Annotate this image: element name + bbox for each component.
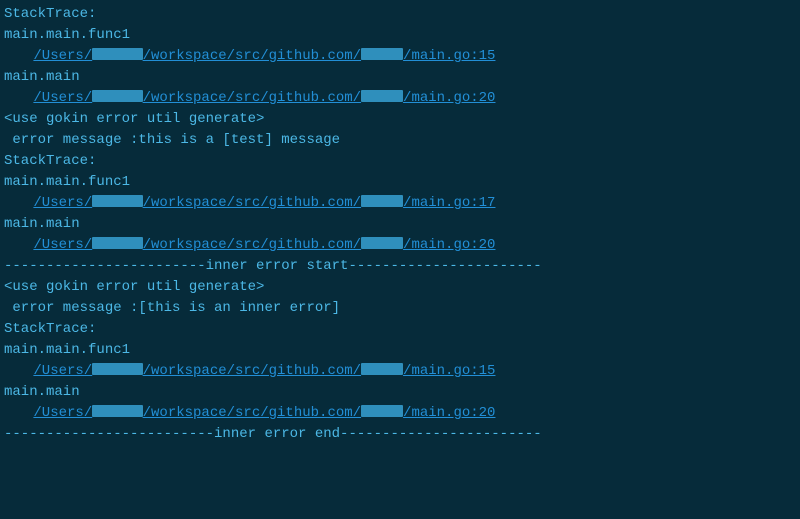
redacted-segment xyxy=(92,195,142,207)
stack-path-link[interactable]: /Users/ /workspace/src/github.com/ /main.g… xyxy=(33,195,495,211)
path-seg: /Users/ xyxy=(33,405,92,421)
error-message: error message :this is a [test] message xyxy=(4,130,796,151)
path-seg: /Users/ xyxy=(33,195,92,211)
error-header: <use gokin error util generate> xyxy=(4,109,796,130)
redacted-segment xyxy=(361,195,403,207)
redacted-segment xyxy=(92,237,142,249)
path-seg: /main.go:15 xyxy=(403,363,495,379)
redacted-segment xyxy=(92,90,142,102)
path-seg: /workspace/src/github.com/ xyxy=(143,48,361,64)
path-seg: /main.go:17 xyxy=(403,195,495,211)
redacted-segment xyxy=(361,405,403,417)
stack-path-line: /Users/ /workspace/src/github.com/ /main.g… xyxy=(4,88,796,109)
path-seg: /Users/ xyxy=(33,363,92,379)
path-seg: /main.go:20 xyxy=(403,237,495,253)
path-seg: /main.go:20 xyxy=(403,90,495,106)
path-seg: /workspace/src/github.com/ xyxy=(143,405,361,421)
inner-error-start-rule: ------------------------inner error star… xyxy=(4,256,796,277)
redacted-segment xyxy=(92,363,142,375)
path-seg: /workspace/src/github.com/ xyxy=(143,363,361,379)
stacktrace-label: StackTrace: xyxy=(4,4,796,25)
path-seg: /Users/ xyxy=(33,237,92,253)
inner-error-end-rule: -------------------------inner error end… xyxy=(4,424,796,445)
stack-func: main.main.func1 xyxy=(4,340,796,361)
redacted-segment xyxy=(92,405,142,417)
stack-path-link[interactable]: /Users/ /workspace/src/github.com/ /main.g… xyxy=(33,90,495,106)
stack-path-link[interactable]: /Users/ /workspace/src/github.com/ /main.g… xyxy=(33,363,495,379)
redacted-segment xyxy=(92,48,142,60)
error-header: <use gokin error util generate> xyxy=(4,277,796,298)
redacted-segment xyxy=(361,90,403,102)
stack-path-link[interactable]: /Users/ /workspace/src/github.com/ /main.g… xyxy=(33,405,495,421)
stack-func: main.main.func1 xyxy=(4,172,796,193)
path-seg: /main.go:20 xyxy=(403,405,495,421)
stack-func: main.main xyxy=(4,382,796,403)
stack-path-line: /Users/ /workspace/src/github.com/ /main.g… xyxy=(4,193,796,214)
stacktrace-label: StackTrace: xyxy=(4,151,796,172)
stack-path-line: /Users/ /workspace/src/github.com/ /main.g… xyxy=(4,235,796,256)
stack-func: main.main xyxy=(4,214,796,235)
stack-path-line: /Users/ /workspace/src/github.com/ /main.g… xyxy=(4,403,796,424)
error-message: error message :[this is an inner error] xyxy=(4,298,796,319)
stack-path-link[interactable]: /Users/ /workspace/src/github.com/ /main.g… xyxy=(33,237,495,253)
path-seg: /workspace/src/github.com/ xyxy=(143,237,361,253)
stack-path-line: /Users/ /workspace/src/github.com/ /main.g… xyxy=(4,46,796,67)
stack-path-line: /Users/ /workspace/src/github.com/ /main.g… xyxy=(4,361,796,382)
path-seg: /workspace/src/github.com/ xyxy=(143,90,361,106)
stack-func: main.main xyxy=(4,67,796,88)
stack-path-link[interactable]: /Users/ /workspace/src/github.com/ /main.g… xyxy=(33,48,495,64)
stacktrace-label: StackTrace: xyxy=(4,319,796,340)
path-seg: /workspace/src/github.com/ xyxy=(143,195,361,211)
redacted-segment xyxy=(361,237,403,249)
redacted-segment xyxy=(361,363,403,375)
stack-func: main.main.func1 xyxy=(4,25,796,46)
path-seg: /Users/ xyxy=(33,48,92,64)
path-seg: /main.go:15 xyxy=(403,48,495,64)
path-seg: /Users/ xyxy=(33,90,92,106)
redacted-segment xyxy=(361,48,403,60)
